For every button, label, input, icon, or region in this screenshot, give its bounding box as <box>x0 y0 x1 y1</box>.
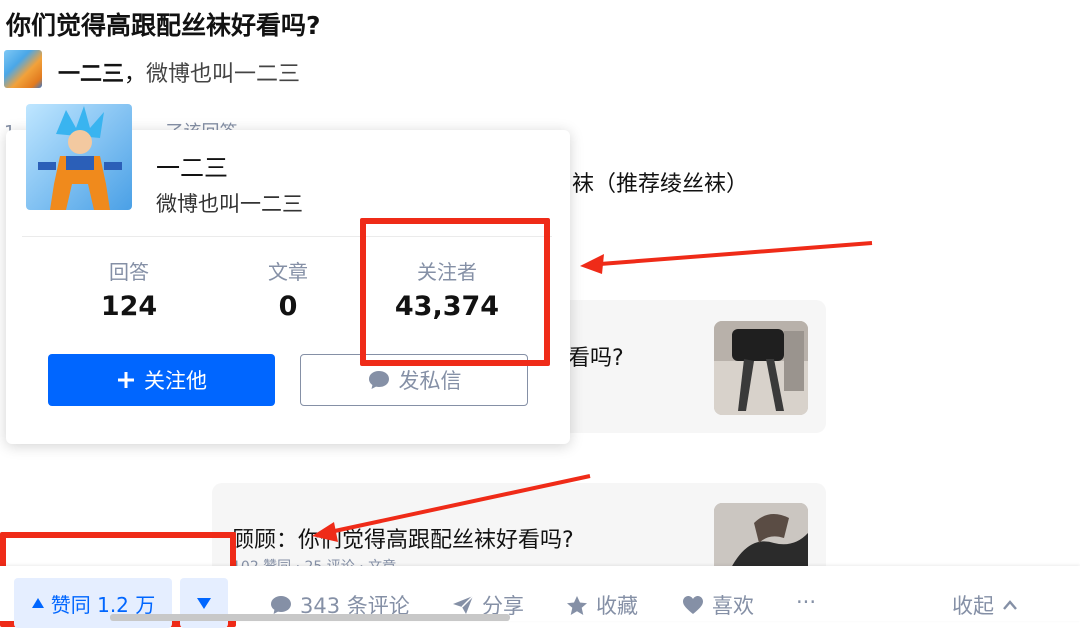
collect-button[interactable]: 收藏 <box>566 590 638 620</box>
heart-icon <box>682 595 704 615</box>
share-icon <box>452 595 474 615</box>
triangle-down-icon <box>196 596 212 610</box>
triangle-up-icon <box>31 597 45 609</box>
more-icon: ··· <box>796 590 817 614</box>
like-button[interactable]: 喜欢 <box>682 590 754 620</box>
star-icon <box>566 595 588 616</box>
collapse-button[interactable]: 收起 <box>952 590 1018 620</box>
more-button[interactable]: ··· <box>796 590 816 614</box>
annotation-arrows <box>312 241 873 542</box>
horizontal-scrollbar[interactable] <box>110 614 510 621</box>
comment-icon <box>270 595 292 615</box>
chevron-up-icon <box>1002 600 1018 610</box>
